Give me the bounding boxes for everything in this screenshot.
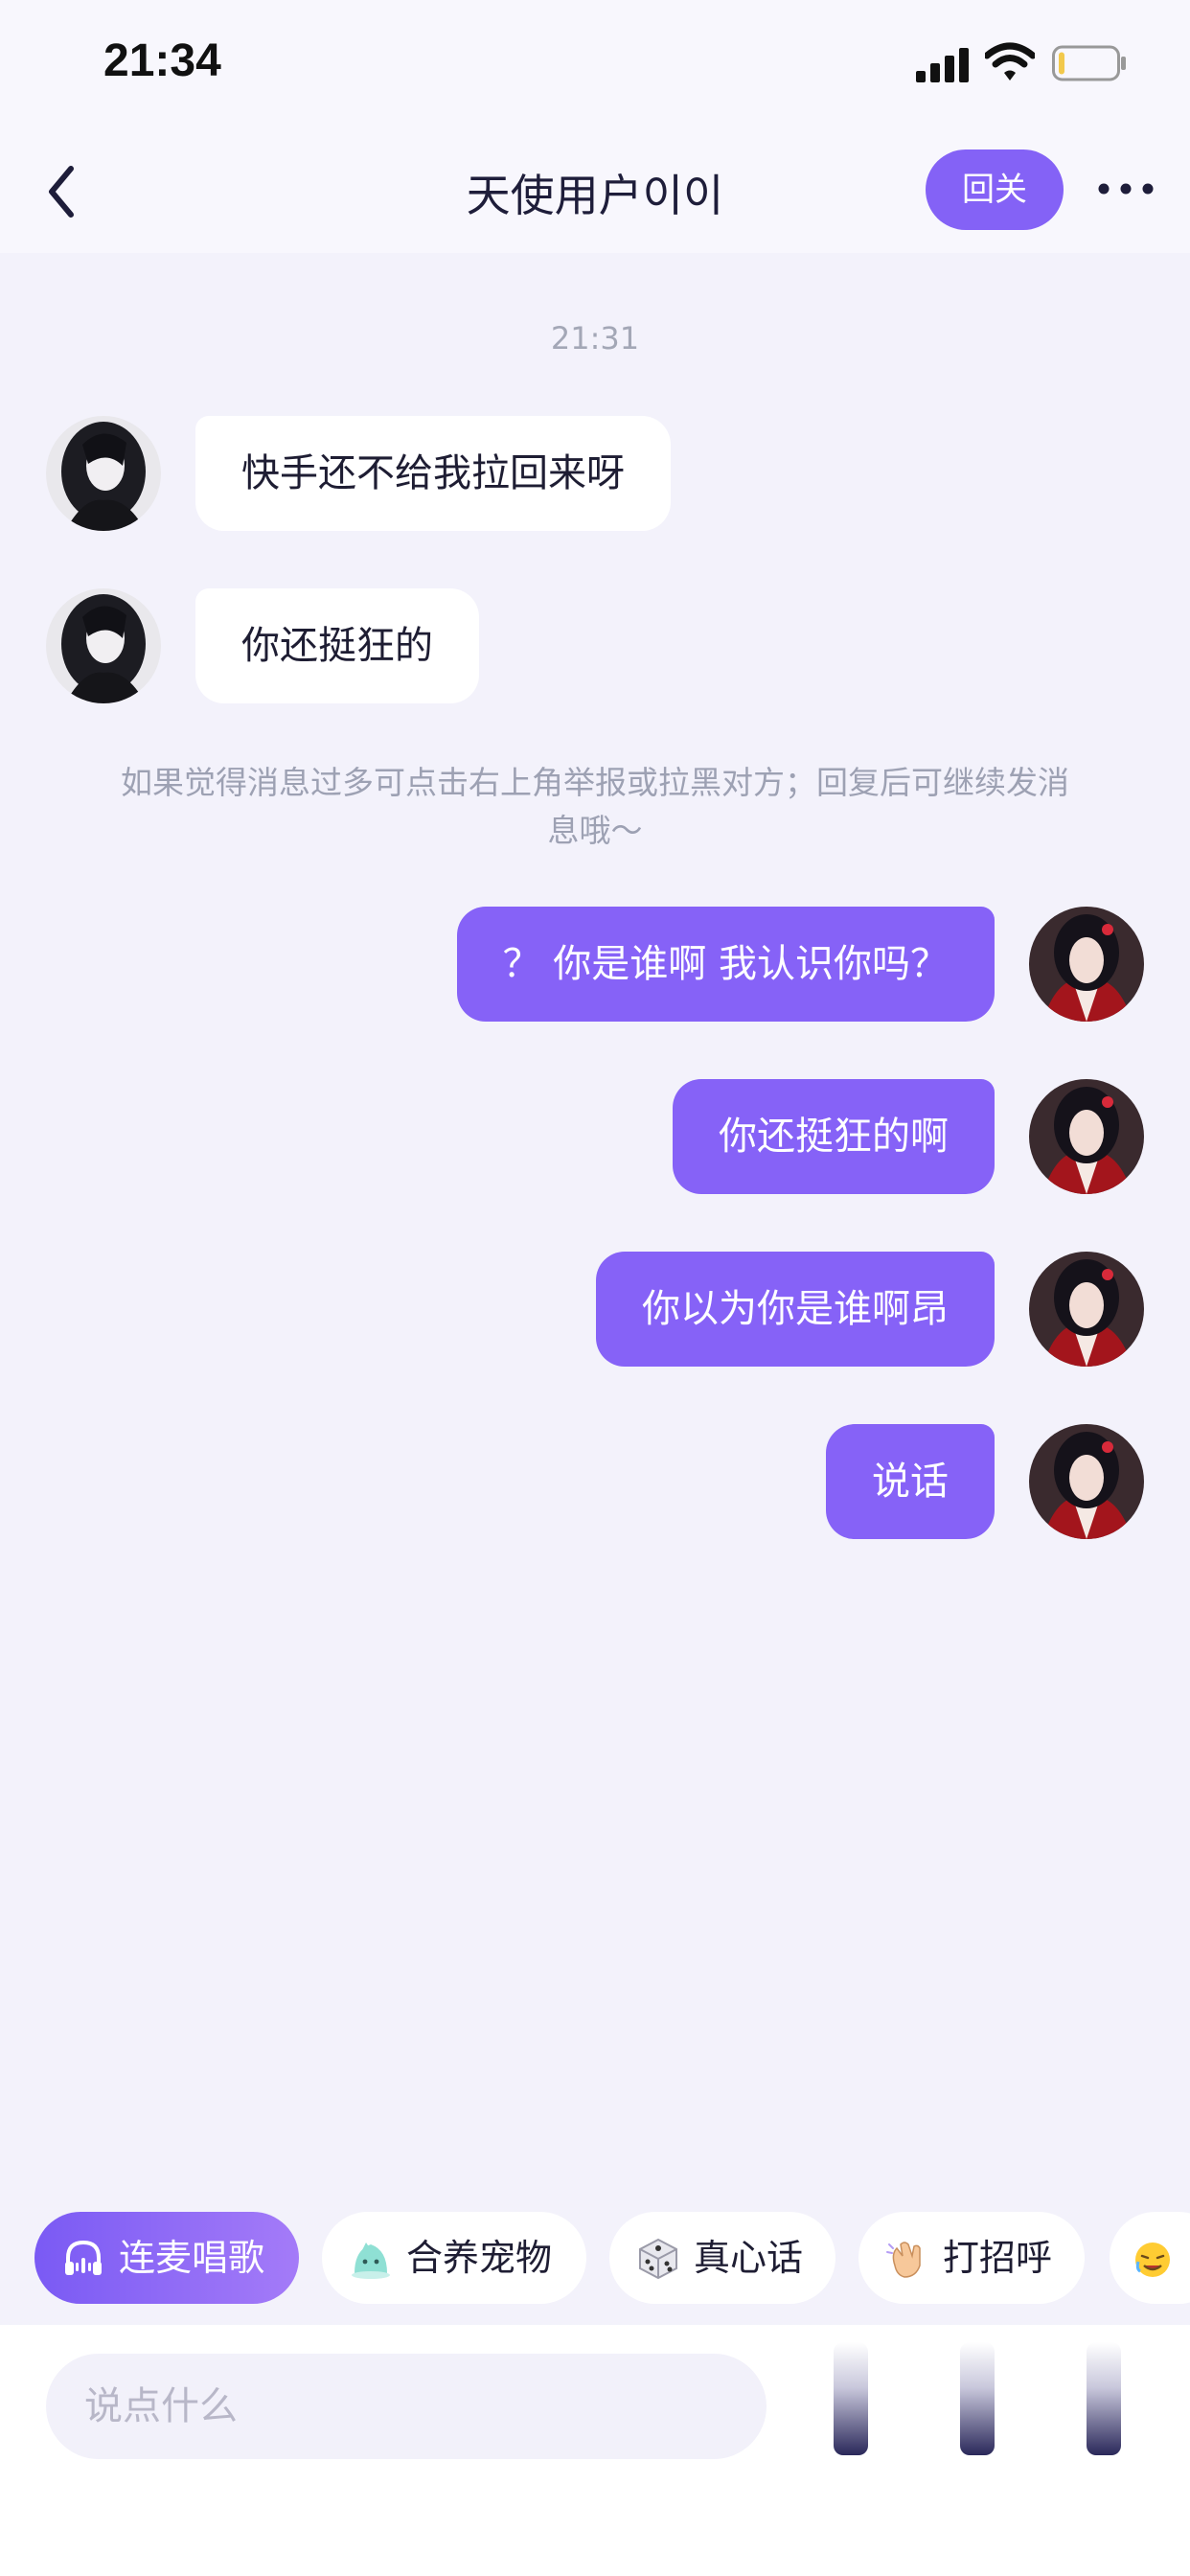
contact-avatar[interactable] (46, 588, 161, 703)
wave-hand-icon (886, 2242, 921, 2278)
quick-action-bar: 连麦唱歌 合养宠物 真心话 打招呼 (0, 2204, 1190, 2310)
quick-action-more[interactable] (1110, 2212, 1190, 2304)
pet-icon (352, 2242, 390, 2279)
more-options-icon[interactable] (1092, 174, 1159, 203)
dice-icon (639, 2238, 677, 2280)
chat-timestamp: 21:31 (550, 320, 640, 356)
quick-action-raise-pet[interactable]: 合养宠物 (322, 2212, 586, 2304)
more-tool-icon[interactable] (1087, 2342, 1121, 2455)
message-bubble-sent[interactable]: 说话 (826, 1424, 995, 1539)
composer (0, 2325, 1190, 2576)
signal-icon (916, 48, 969, 82)
headphones-icon (65, 2240, 102, 2275)
my-avatar[interactable] (1029, 1424, 1144, 1539)
battery-icon (1052, 45, 1126, 81)
message-bubble-received[interactable]: 快手还不给我拉回来呀 (195, 416, 671, 531)
message-bubble-sent[interactable]: 你还挺狂的啊 (673, 1079, 995, 1194)
wifi-icon (985, 42, 1035, 80)
contact-avatar[interactable] (46, 416, 161, 531)
voice-tool-icon[interactable] (834, 2342, 868, 2455)
message-bubble-sent[interactable]: 你以为你是谁啊昂 (596, 1252, 995, 1367)
message-input[interactable] (46, 2354, 767, 2459)
quick-action-truth[interactable]: 真心话 (609, 2212, 835, 2304)
quick-action-sing-together[interactable]: 连麦唱歌 (34, 2212, 299, 2304)
my-avatar[interactable] (1029, 1079, 1144, 1194)
emoji-tool-icon[interactable] (960, 2342, 995, 2455)
quick-action-say-hi[interactable]: 打招呼 (858, 2212, 1085, 2304)
chip-label: 合养宠物 (406, 2237, 553, 2279)
status-bar: 21:34 (0, 0, 1190, 126)
my-avatar[interactable] (1029, 907, 1144, 1022)
chip-label: 连麦唱歌 (119, 2237, 265, 2279)
status-time: 21:34 (103, 35, 221, 86)
emoji-icon (1135, 2242, 1170, 2277)
chip-label: 真心话 (694, 2237, 804, 2279)
follow-back-button[interactable]: 回关 (926, 150, 1064, 230)
chip-label: 打招呼 (943, 2237, 1053, 2279)
chat-header: 天使用户이이 回关 (0, 126, 1190, 253)
system-notice: 如果觉得消息过多可点击右上角举报或拉黑对方；回复后可继续发消息哦～ (121, 764, 1069, 849)
message-bubble-received[interactable]: 你还挺狂的 (195, 588, 479, 703)
message-bubble-sent[interactable]: ？ 你是谁啊 我认识你吗？ (456, 907, 995, 1022)
my-avatar[interactable] (1029, 1252, 1144, 1367)
